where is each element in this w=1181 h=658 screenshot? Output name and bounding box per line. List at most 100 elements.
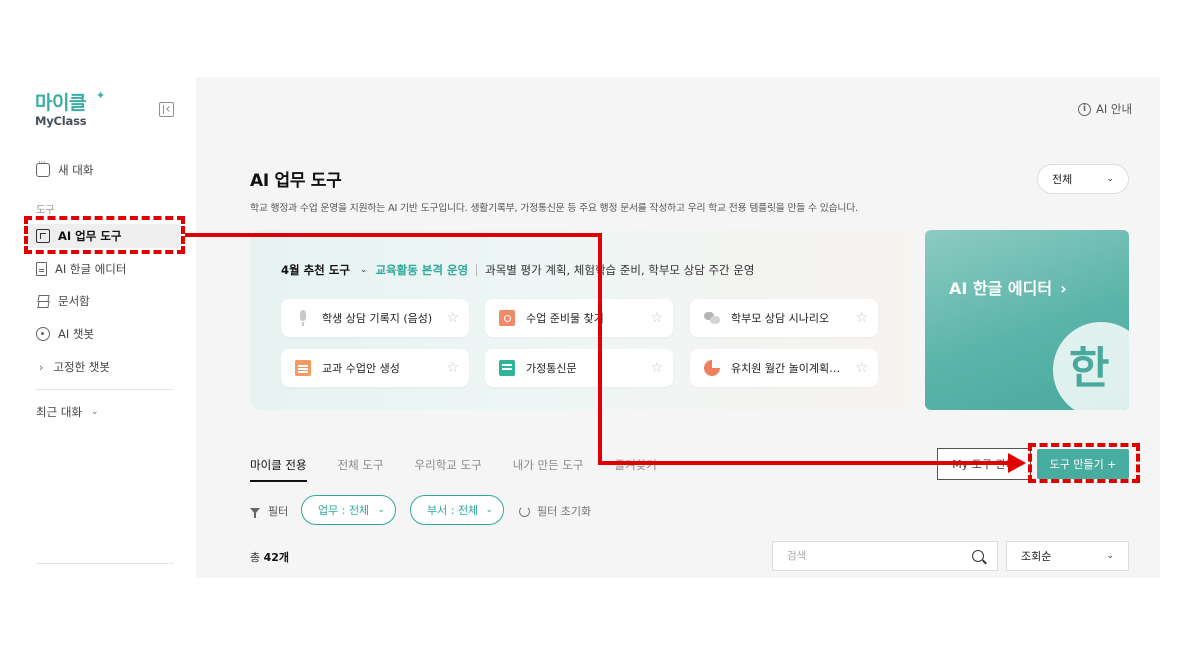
tool-card[interactable]: 가정통신문 ☆ <box>485 349 673 387</box>
pinned-chatbots-label: 고정한 챗봇 <box>53 360 110 374</box>
document-icon <box>36 262 47 276</box>
page-title: AI 업무 도구 <box>250 171 342 191</box>
ai-hangul-editor-banner[interactable]: AI 한글 에디터 › 한 <box>925 230 1129 410</box>
search-icon[interactable] <box>972 550 984 562</box>
pie-icon <box>704 360 720 376</box>
sidebar-collapse-icon[interactable] <box>159 102 174 117</box>
filter-label-text: 필터 <box>268 505 289 518</box>
recommend-month[interactable]: 4월 추천 도구 <box>281 262 350 278</box>
hangul-logo-icon: 한 <box>1053 322 1129 410</box>
filter-label: 필터 <box>250 503 288 519</box>
info-icon: i <box>1078 102 1091 116</box>
sidebar-item-ai-hangul-editor[interactable]: AI 한글 에디터 <box>36 259 126 279</box>
new-chat-button[interactable]: 새 대화 <box>36 158 94 180</box>
tool-card[interactable]: 수업 준비물 찾기 ☆ <box>485 299 673 337</box>
hangul-logo-char: 한 <box>1069 343 1110 394</box>
recommended-tools-panel: 4월 추천 도구 ⌄ 교육활동 본격 운영 과목별 평가 계획, 체험학습 준비… <box>250 230 910 410</box>
star-icon[interactable]: ☆ <box>855 310 868 326</box>
annotation-arrow-line <box>185 233 602 237</box>
chevron-down-icon: ⌄ <box>90 407 99 417</box>
task-filter-value: 업무 : 전체 <box>318 504 370 517</box>
tool-card-label: 수업 준비물 찾기 <box>526 312 604 325</box>
star-icon[interactable]: ☆ <box>446 360 459 376</box>
sidebar-item-label: 문서함 <box>58 294 90 308</box>
category-select-value: 전체 <box>1052 173 1073 186</box>
new-chat-label: 새 대화 <box>58 163 94 177</box>
chevron-down-icon[interactable]: ⌄ <box>360 265 368 275</box>
tool-card[interactable]: 교과 수업안 생성 ☆ <box>281 349 469 387</box>
chevron-down-icon: ⌄ <box>1106 551 1114 561</box>
tool-card-label: 유치원 월간 놀이계획안 생성 <box>731 362 849 375</box>
logo-english: MyClass <box>35 114 87 128</box>
tools-section-label: 도구 <box>36 205 55 216</box>
sidebar-item-document-box[interactable]: 문서함 <box>36 291 90 311</box>
tool-card-label: 학생 상담 기록지 (음성) <box>322 312 433 325</box>
page-description: 학교 행정과 수업 운영을 지원하는 AI 기반 도구입니다. 생활기록부, 가… <box>250 203 858 214</box>
sort-select-value: 조회순 <box>1021 550 1052 563</box>
search-input[interactable] <box>787 550 972 562</box>
myclass-logo[interactable]: 마이클 ✦ MyClass <box>35 89 105 128</box>
annotation-arrowhead-icon <box>1008 453 1026 473</box>
task-filter-select[interactable]: 업무 : 전체 ⌄ <box>301 495 396 525</box>
total-count-value: 42개 <box>263 551 290 564</box>
dept-filter-select[interactable]: 부서 : 전체 ⌄ <box>410 495 504 525</box>
pinned-chatbots-toggle[interactable]: › 고정한 챗봇 <box>36 357 110 377</box>
star-icon[interactable]: ☆ <box>855 360 868 376</box>
annotation-highlight-button <box>1028 443 1140 483</box>
star-icon[interactable]: ☆ <box>446 310 459 326</box>
atom-icon <box>36 327 50 341</box>
sidebar-divider <box>36 563 174 564</box>
recommend-header: 4월 추천 도구 ⌄ 교육활동 본격 운영 과목별 평가 계획, 체험학습 준비… <box>281 262 754 278</box>
tool-card-label: 교과 수업안 생성 <box>322 362 400 375</box>
chevron-down-icon: ⌄ <box>485 505 493 515</box>
recommend-theme: 교육활동 본격 운영 <box>375 263 469 277</box>
annotation-arrow-line <box>598 461 1010 465</box>
ai-guide-label: AI 안내 <box>1096 102 1133 116</box>
annotation-arrow-line <box>598 233 602 465</box>
sidebar-item-label: AI 챗봇 <box>58 327 95 341</box>
chevron-right-icon: › <box>39 360 44 374</box>
chat-bubbles-icon <box>704 310 720 326</box>
sidebar-item-ai-chatbot[interactable]: AI 챗봇 <box>36 324 94 344</box>
main-content: i AI 안내 AI 업무 도구 학교 행정과 수업 운영을 지원하는 AI 기… <box>196 77 1160 578</box>
stack-icon <box>36 294 50 308</box>
chevron-right-icon: › <box>1060 279 1067 298</box>
recommend-subtitle: 과목별 평가 계획, 체험학습 준비, 학부모 상담 주간 운영 <box>485 263 755 277</box>
calendar-icon <box>295 360 311 376</box>
dept-filter-value: 부서 : 전체 <box>427 504 479 517</box>
tool-card[interactable]: 학생 상담 기록지 (음성) ☆ <box>281 299 469 337</box>
filter-icon <box>250 508 260 518</box>
filter-reset-label: 필터 초기화 <box>537 505 592 518</box>
sidebar-item-label: AI 한글 에디터 <box>55 262 127 276</box>
category-select[interactable]: 전체 ⌄ <box>1037 164 1129 194</box>
tool-card[interactable]: 학부모 상담 시나리오 ☆ <box>690 299 878 337</box>
recent-chats-toggle[interactable]: 최근 대화 ⌄ <box>36 402 99 422</box>
logo-korean: 마이클 <box>35 92 86 114</box>
filter-reset-button[interactable]: 필터 초기화 <box>519 503 591 519</box>
total-prefix: 총 <box>250 551 264 564</box>
tab-my-tools[interactable]: 내가 만든 도구 <box>513 457 584 482</box>
recent-chats-label: 최근 대화 <box>36 405 82 419</box>
star-icon[interactable]: ☆ <box>650 310 663 326</box>
total-count: 총 42개 <box>250 549 289 565</box>
refresh-icon <box>519 505 530 517</box>
sidebar: 마이클 ✦ MyClass 새 대화 도구 AI 업무 도구 AI 한글 에디터… <box>22 77 196 578</box>
mic-icon <box>295 310 311 326</box>
sort-select[interactable]: 조회순 ⌄ <box>1006 541 1129 571</box>
chat-icon <box>36 158 50 177</box>
chevron-down-icon: ⌄ <box>377 505 385 515</box>
chevron-down-icon: ⌄ <box>1106 174 1114 184</box>
tool-card[interactable]: 유치원 월간 놀이계획안 생성 ☆ <box>690 349 878 387</box>
star-icon[interactable]: ☆ <box>650 360 663 376</box>
search-box[interactable] <box>772 541 998 571</box>
sparkle-icon: ✦ <box>96 89 106 102</box>
sidebar-divider <box>36 389 174 390</box>
editor-banner-title: AI 한글 에디터 › <box>949 275 1067 299</box>
tool-card-label: 학부모 상담 시나리오 <box>731 312 830 325</box>
ai-guide-link[interactable]: i AI 안내 <box>1078 101 1132 117</box>
tab-all-tools[interactable]: 전체 도구 <box>338 457 384 482</box>
folder-search-icon <box>499 310 515 326</box>
tab-myclass-only[interactable]: 마이클 전용 <box>250 457 307 482</box>
tool-card-label: 가정통신문 <box>526 362 577 375</box>
tab-school-tools[interactable]: 우리학교 도구 <box>415 457 482 482</box>
